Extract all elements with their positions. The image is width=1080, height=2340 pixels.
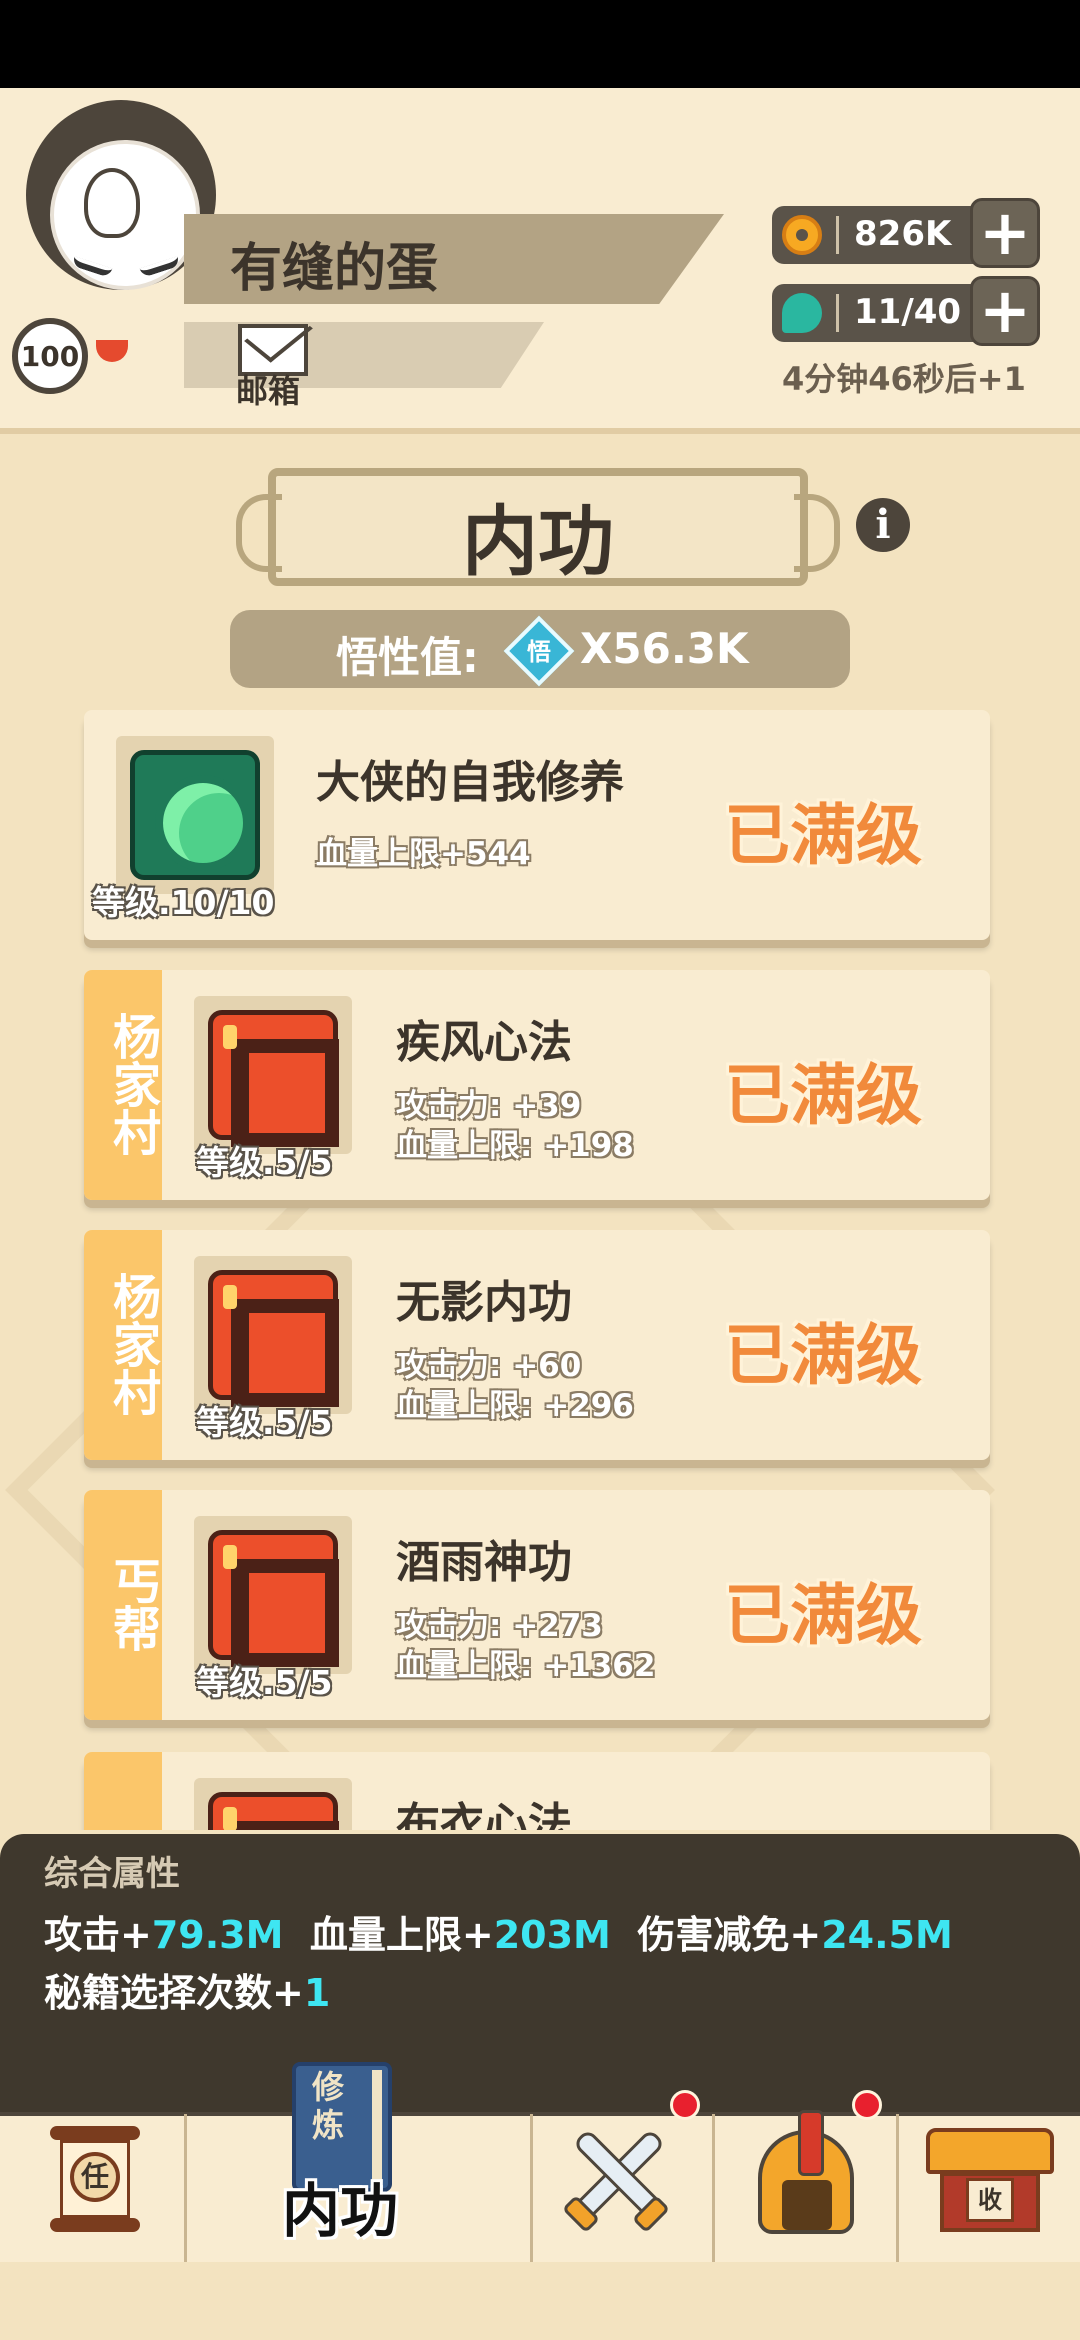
- skill-stat: 血量上限: +296: [396, 1388, 634, 1424]
- attr-value: 1: [303, 1971, 331, 2015]
- divider: [836, 216, 839, 254]
- nav-active-label[interactable]: 内功: [282, 2164, 398, 2248]
- insight-gem-char: 悟: [527, 638, 551, 666]
- skill-name: 疾风心法: [396, 1017, 572, 1068]
- notification-dot: [852, 2090, 882, 2120]
- gold-value: 826K: [854, 214, 952, 254]
- skill-list[interactable]: 等级.10/10 大侠的自我修养 血量上限+544 已满级 杨家村 等级.5/5…: [0, 700, 1080, 1830]
- skill-icon-frame: [194, 1256, 352, 1414]
- task-scroll-icon[interactable]: 任: [50, 2126, 140, 2246]
- red-spiral-icon: [208, 1010, 339, 1147]
- book-label: 修炼: [311, 2068, 344, 2144]
- insight-value: X56.3K: [580, 624, 749, 673]
- page-title: 内功: [462, 497, 614, 586]
- attr-label: 伤害减免+: [637, 1913, 822, 1957]
- sect-tag: 杨家村: [84, 1230, 162, 1460]
- skill-level: 等级.5/5: [196, 1663, 333, 1702]
- shop-roof: [926, 2128, 1054, 2174]
- skill-name: 布衣心法: [396, 1799, 572, 1830]
- player-level-badge: 100: [12, 318, 88, 394]
- attr-label: 血量上限+: [309, 1913, 494, 1957]
- sect-tag-label: 杨家村: [104, 1272, 160, 1416]
- skill-icon-frame: [194, 996, 352, 1154]
- attributes-line: 攻击+79.3M 血量上限+203M 伤害减免+24.5M: [44, 1904, 953, 1959]
- bottom-safe-area: [0, 2262, 1080, 2340]
- skill-stat: 攻击力: +273: [396, 1608, 603, 1644]
- sect-tag-label: 丐帮: [104, 1556, 160, 1652]
- red-spiral-icon: [208, 1270, 339, 1407]
- attr-value: 79.3M: [151, 1913, 284, 1957]
- skill-card[interactable]: 丐帮 等级.5/5 酒雨神功 攻击力: +273 血量上限: +1362 已满级: [84, 1490, 990, 1720]
- max-level-label: 已满级: [724, 1317, 922, 1394]
- red-spiral-icon: [208, 1530, 339, 1667]
- task-icon-char: 任: [70, 2152, 120, 2202]
- attr-value: 24.5M: [821, 1913, 953, 1957]
- avatar-tuft: [84, 168, 140, 238]
- skill-name: 酒雨神功: [396, 1537, 572, 1588]
- sect-tag-label: 杨家村: [104, 1012, 160, 1156]
- shop-icon[interactable]: 收: [926, 2128, 1054, 2238]
- player-name: 有缝的蛋: [230, 239, 439, 299]
- skill-icon-frame: [116, 736, 274, 894]
- skill-stat: 血量上限: +198: [396, 1128, 634, 1164]
- skill-name: 大侠的自我修养: [316, 757, 624, 808]
- attr-label: 攻击+: [44, 1913, 152, 1957]
- sect-tag: 杨家村: [84, 970, 162, 1200]
- coin-icon: [782, 215, 822, 255]
- add-energy-button[interactable]: +: [970, 276, 1040, 346]
- sect-tag: 丐帮: [84, 1490, 162, 1720]
- skill-level: 等级.10/10: [92, 883, 275, 922]
- sect-tag: 丐: [84, 1752, 162, 1830]
- skill-card[interactable]: 等级.10/10 大侠的自我修养 血量上限+544 已满级: [84, 710, 990, 940]
- skill-stat: 攻击力: +39: [396, 1088, 582, 1124]
- divider: [836, 294, 839, 332]
- skill-stat: 血量上限+544: [316, 836, 531, 872]
- green-swirl-icon: [130, 750, 260, 880]
- skill-card[interactable]: 杨家村 等级.5/5 疾风心法 攻击力: +39 血量上限: +198 已满级: [84, 970, 990, 1200]
- notification-dot: [670, 2090, 700, 2120]
- max-level-label: 已满级: [724, 1577, 922, 1654]
- info-icon[interactable]: i: [856, 498, 910, 552]
- add-gold-button[interactable]: +: [970, 198, 1040, 268]
- shop-sign: 收: [966, 2178, 1014, 2222]
- gold-display: 826K: [772, 206, 1000, 264]
- sect-tag-label: 丐: [84, 1766, 162, 1830]
- skill-icon-frame: [194, 1778, 352, 1830]
- skill-level: 等级.5/5: [196, 1143, 333, 1182]
- skill-level: 等级.5/5: [196, 1403, 333, 1442]
- energy-regen-timer: 4分钟46秒后+1: [782, 360, 1026, 398]
- skill-name: 无影内功: [396, 1277, 572, 1328]
- skill-stat: 血量上限: +1362: [396, 1648, 656, 1684]
- attributes-line: 秘籍选择次数+1: [44, 1962, 330, 2017]
- red-spiral-icon: [208, 1792, 339, 1830]
- energy-display: 11/40: [772, 284, 1000, 342]
- scroll-rod: [50, 2218, 140, 2232]
- attributes-title: 综合属性: [44, 1854, 180, 1894]
- helmet-icon[interactable]: [758, 2110, 854, 2234]
- energy-drop-icon: [782, 293, 822, 333]
- crossed-swords-icon[interactable]: [556, 2120, 676, 2240]
- skill-icon-frame: [194, 1516, 352, 1674]
- max-level-label: 已满级: [724, 1057, 922, 1134]
- insight-label: 悟性值:: [336, 633, 479, 682]
- max-level-label: 已满级: [724, 797, 922, 874]
- energy-value: 11/40: [854, 292, 962, 332]
- scroll-rod: [50, 2126, 140, 2140]
- status-bar: [0, 0, 1080, 88]
- skill-stat: 攻击力: +60: [396, 1348, 582, 1384]
- attr-label: 秘籍选择次数+: [44, 1971, 304, 2015]
- mail-label[interactable]: 邮箱: [236, 366, 300, 412]
- skill-card[interactable]: 丐 布衣心法: [84, 1752, 990, 1830]
- attr-value: 203M: [493, 1913, 611, 1957]
- skill-card[interactable]: 杨家村 等级.5/5 无影内功 攻击力: +60 血量上限: +296 已满级: [84, 1230, 990, 1460]
